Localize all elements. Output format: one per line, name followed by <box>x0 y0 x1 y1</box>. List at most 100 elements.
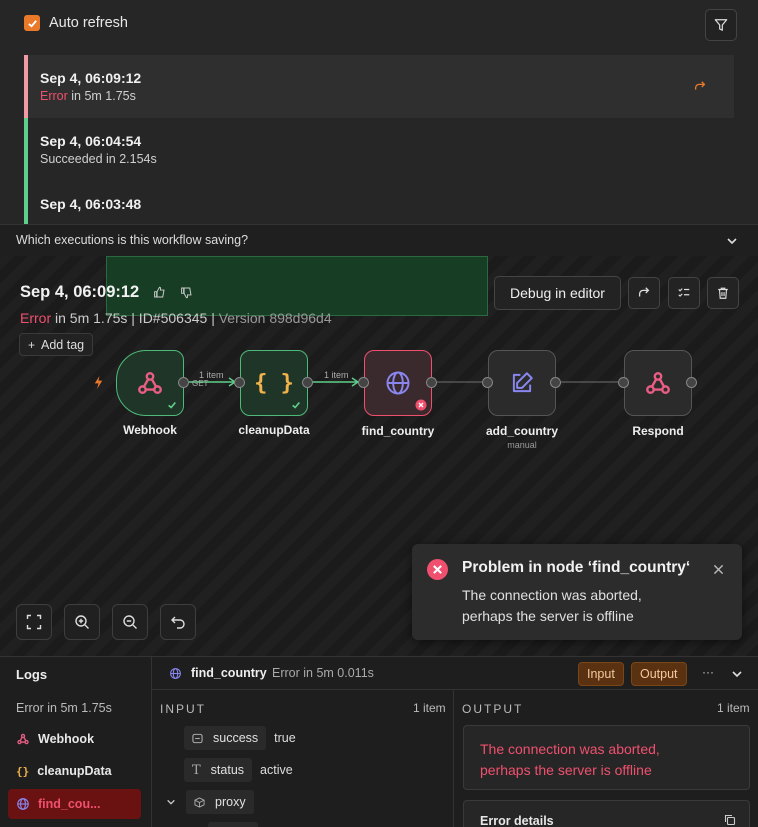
error-message-line1: The connection was aborted, <box>480 741 660 757</box>
execution-date: Sep 4, 06:03:48 <box>40 196 142 212</box>
chevron-down-icon[interactable] <box>726 235 738 247</box>
node-add-country[interactable] <box>488 350 556 416</box>
toast-title: Problem in node ‘find_country‘ <box>462 559 691 576</box>
trigger-bolt-icon <box>94 376 103 389</box>
zoom-out-button[interactable] <box>112 604 148 640</box>
close-icon[interactable] <box>713 564 724 575</box>
chevron-down-icon[interactable] <box>731 668 743 680</box>
connection-item-count: 1 item <box>324 370 349 380</box>
check-icon <box>168 401 176 409</box>
execution-status: Error in 5m 1.75s <box>40 89 136 103</box>
globe-icon <box>170 668 181 679</box>
nested-field-stub <box>208 822 258 827</box>
saving-settings-bar[interactable]: Which executions is this workflow saving… <box>0 224 758 256</box>
braces-icon: {} <box>16 764 30 778</box>
node-webhook[interactable] <box>116 350 184 416</box>
undo-button[interactable] <box>160 604 196 640</box>
execution-status-bar <box>24 55 28 118</box>
execution-date: Sep 4, 06:04:54 <box>40 133 142 149</box>
input-section-label: INPUT <box>160 702 206 716</box>
output-port[interactable] <box>550 377 561 388</box>
node-find-country[interactable] <box>364 350 432 416</box>
error-circle-icon <box>427 559 448 580</box>
globe-icon <box>17 798 29 810</box>
globe-icon <box>386 371 410 395</box>
webhook-icon <box>138 372 162 394</box>
retry-icon[interactable] <box>693 80 707 94</box>
execution-status-bar <box>24 181 28 224</box>
filter-button[interactable] <box>705 9 737 41</box>
input-item-count: 1 item <box>413 701 446 715</box>
execution-item[interactable]: Sep 4, 06:09:12 Error in 5m 1.75s <box>24 55 734 118</box>
input-port[interactable] <box>482 377 493 388</box>
output-item-count: 1 item <box>717 701 750 715</box>
auto-refresh-label: Auto refresh <box>49 15 128 31</box>
execution-status-bar <box>24 118 28 181</box>
braces-icon: { } <box>254 370 294 396</box>
input-port[interactable] <box>618 377 629 388</box>
log-entry-cleanupdata[interactable]: {} cleanupData <box>16 764 112 778</box>
edit-icon <box>512 372 533 393</box>
executions-panel: Auto refresh Sep 4, 06:09:12 Error in 5m… <box>0 0 758 224</box>
fit-view-button[interactable] <box>16 604 52 640</box>
zoom-out-icon <box>123 615 137 629</box>
input-tab[interactable]: Input <box>578 662 624 686</box>
node-label: add_country <box>485 424 558 438</box>
output-port[interactable] <box>426 377 437 388</box>
node-label: Webhook <box>123 423 177 437</box>
zoom-in-button[interactable] <box>64 604 100 640</box>
input-field-row[interactable]: proxy <box>166 790 254 814</box>
webhook-icon <box>17 733 29 745</box>
node-respond[interactable] <box>624 350 692 416</box>
logs-tree: Logs Error in 5m 1.75s Webhook {} cleanu… <box>0 657 152 827</box>
log-entry-find-country[interactable]: find_cou... <box>8 789 141 819</box>
node-label: cleanupData <box>238 423 310 437</box>
input-port[interactable] <box>358 377 369 388</box>
field-value: active <box>260 763 293 777</box>
saving-question: Which executions is this workflow saving… <box>16 233 249 247</box>
toast-message-line2: perhaps the server is offline <box>462 608 634 624</box>
output-tab[interactable]: Output <box>631 662 687 686</box>
output-section-label: OUTPUT <box>462 702 524 716</box>
check-icon <box>292 401 300 409</box>
log-detail-header: find_country Error in 5m 0.011s Input Ou… <box>152 657 758 690</box>
logs-panel: Logs Error in 5m 1.75s Webhook {} cleanu… <box>0 656 758 827</box>
error-details-section[interactable]: Error details <box>463 800 750 827</box>
field-key: proxy <box>186 790 254 814</box>
output-port[interactable] <box>178 377 189 388</box>
execution-date: Sep 4, 06:09:12 <box>40 70 142 86</box>
field-key: success <box>184 726 267 750</box>
node-label: find_country <box>361 424 435 438</box>
output-pane: OUTPUT 1 item The connection was aborted… <box>454 690 758 827</box>
input-field-row[interactable]: success true <box>184 726 296 750</box>
copy-icon[interactable] <box>724 814 736 826</box>
error-icon <box>415 399 427 411</box>
auto-refresh-checkbox[interactable] <box>24 15 40 31</box>
error-message-line2: perhaps the server is offline <box>480 762 652 778</box>
error-message-box: The connection was aborted, perhaps the … <box>463 725 750 790</box>
auto-refresh-toggle[interactable]: Auto refresh <box>24 15 128 31</box>
output-port[interactable] <box>686 377 697 388</box>
node-label: Respond <box>632 424 684 438</box>
execution-status: Succeeded in 2.154s <box>40 152 157 166</box>
execution-item[interactable]: Sep 4, 06:03:48 <box>24 181 734 224</box>
toast-message-line1: The connection was aborted, <box>462 587 642 603</box>
execution-item[interactable]: Sep 4, 06:04:54 Succeeded in 2.154s <box>24 118 734 181</box>
boolean-icon <box>192 733 203 743</box>
input-port[interactable] <box>234 377 245 388</box>
chevron-down-icon[interactable] <box>166 797 176 807</box>
field-key: T status <box>184 758 253 782</box>
more-icon[interactable]: ··· <box>702 665 714 679</box>
error-toast: Problem in node ‘find_country‘ The conne… <box>412 544 742 640</box>
undo-icon <box>171 616 185 629</box>
output-port[interactable] <box>302 377 313 388</box>
log-node-status: Error in 5m 0.011s <box>272 666 374 680</box>
node-cleanupdata[interactable]: { } <box>240 350 308 416</box>
input-field-row[interactable]: T status active <box>184 758 293 782</box>
log-node-name: find_country <box>191 666 267 680</box>
zoom-in-icon <box>75 615 89 629</box>
error-details-label: Error details <box>480 814 554 827</box>
log-entry-webhook[interactable]: Webhook <box>16 732 94 746</box>
logs-summary: Error in 5m 1.75s <box>16 701 112 715</box>
field-value: true <box>274 731 296 745</box>
